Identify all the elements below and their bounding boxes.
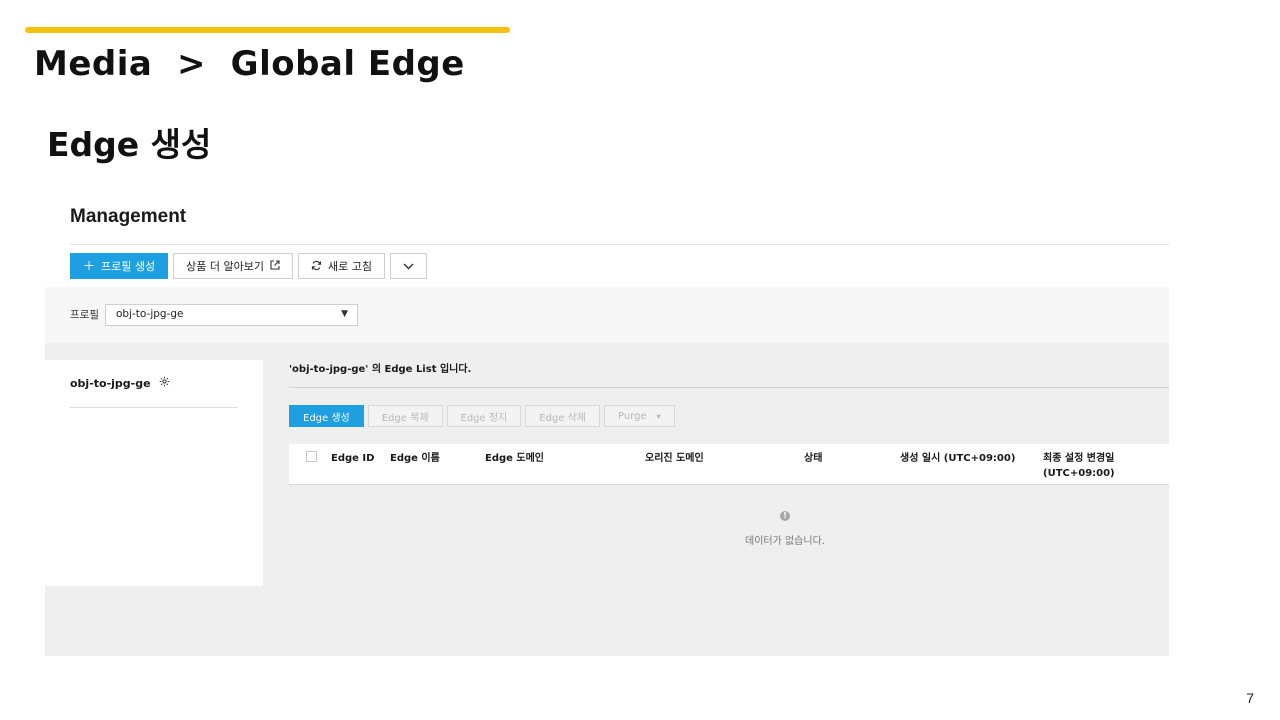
learn-more-button[interactable]: 상품 더 알아보기 [173, 253, 293, 279]
profile-sidebar: obj-to-jpg-ge [45, 360, 263, 586]
edge-table-header: Edge ID Edge 이름 Edge 도메인 오리진 도메인 상태 생성 일… [289, 444, 1169, 485]
profile-select-value: obj-to-jpg-ge [116, 308, 184, 320]
purge-button[interactable]: Purge ▾ [604, 405, 675, 427]
profile-filter-bar: 프로필 obj-to-jpg-ge ▼ [45, 287, 1169, 343]
delete-edge-button[interactable]: Edge 삭제 [525, 405, 600, 427]
column-last-modified[interactable]: 최종 설정 변경일 (UTC+09:00) [1043, 451, 1115, 481]
create-profile-label: 프로필 생성 [101, 260, 156, 273]
refresh-label: 새로 고침 [327, 260, 372, 273]
copy-edge-button[interactable]: Edge 복제 [367, 405, 443, 427]
profile-select[interactable]: obj-to-jpg-ge ▼ [105, 304, 358, 326]
column-edge-name[interactable]: Edge 이름 [390, 451, 440, 466]
column-edge-domain[interactable]: Edge 도메인 [485, 451, 544, 466]
more-dropdown-button[interactable] [389, 253, 427, 279]
external-link-icon [270, 260, 280, 272]
plus-icon: ＋ [83, 259, 96, 273]
create-edge-button[interactable]: Edge 생성 [289, 405, 364, 427]
column-last-modified-line2: (UTC+09:00) [1043, 468, 1115, 479]
chevron-down-icon [403, 260, 414, 272]
slide-title: Media > Global Edge [34, 44, 465, 84]
title-divider [70, 244, 1169, 245]
edge-action-bar: Edge 생성 Edge 복제 Edge 정지 Edge 삭제 Purge ▾ [289, 405, 675, 427]
column-origin-domain[interactable]: 오리진 도메인 [645, 451, 704, 466]
sidebar-item-label: obj-to-jpg-ge [70, 376, 151, 390]
stop-edge-button[interactable]: Edge 정지 [446, 405, 522, 427]
purge-label: Purge [618, 410, 647, 422]
page-title: Management [70, 206, 187, 227]
empty-state-text: 데이터가 없습니다. [745, 536, 825, 547]
create-profile-button[interactable]: ＋ 프로필 생성 [70, 253, 169, 279]
sidebar-item-profile[interactable]: obj-to-jpg-ge [70, 376, 170, 390]
dropdown-arrow-icon: ▼ [341, 309, 348, 319]
select-all-checkbox[interactable] [306, 451, 317, 462]
edge-list-caption: 'obj-to-jpg-ge' 의 Edge List 입니다. [289, 364, 472, 375]
page-number: 7 [1246, 690, 1254, 706]
chevron-down-icon: ▾ [656, 411, 661, 421]
learn-more-label: 상품 더 알아보기 [186, 260, 264, 273]
content-area: obj-to-jpg-ge 'obj-to-jpg-ge' 의 Edge Lis… [45, 343, 1169, 656]
console-screenshot: Management ＋ 프로필 생성 상품 더 알아보기 새로 고침 프로필 [41, 196, 1169, 656]
toolbar: ＋ 프로필 생성 상품 더 알아보기 새로 고침 [70, 253, 427, 279]
info-icon: ! [780, 511, 790, 521]
refresh-icon [311, 260, 322, 273]
column-edge-id[interactable]: Edge ID [331, 451, 374, 466]
sidebar-divider [70, 407, 238, 408]
accent-bar [25, 27, 510, 33]
gear-icon[interactable] [159, 376, 170, 390]
column-status[interactable]: 상태 [804, 451, 822, 466]
edge-list-divider [289, 387, 1169, 388]
column-created-at[interactable]: 생성 일시 (UTC+09:00) [900, 451, 1015, 466]
refresh-button[interactable]: 새로 고침 [297, 253, 385, 279]
column-last-modified-line1: 최종 설정 변경일 [1043, 453, 1115, 464]
profile-label: 프로필 [70, 309, 99, 321]
slide-subtitle: Edge 생성 [47, 125, 212, 164]
